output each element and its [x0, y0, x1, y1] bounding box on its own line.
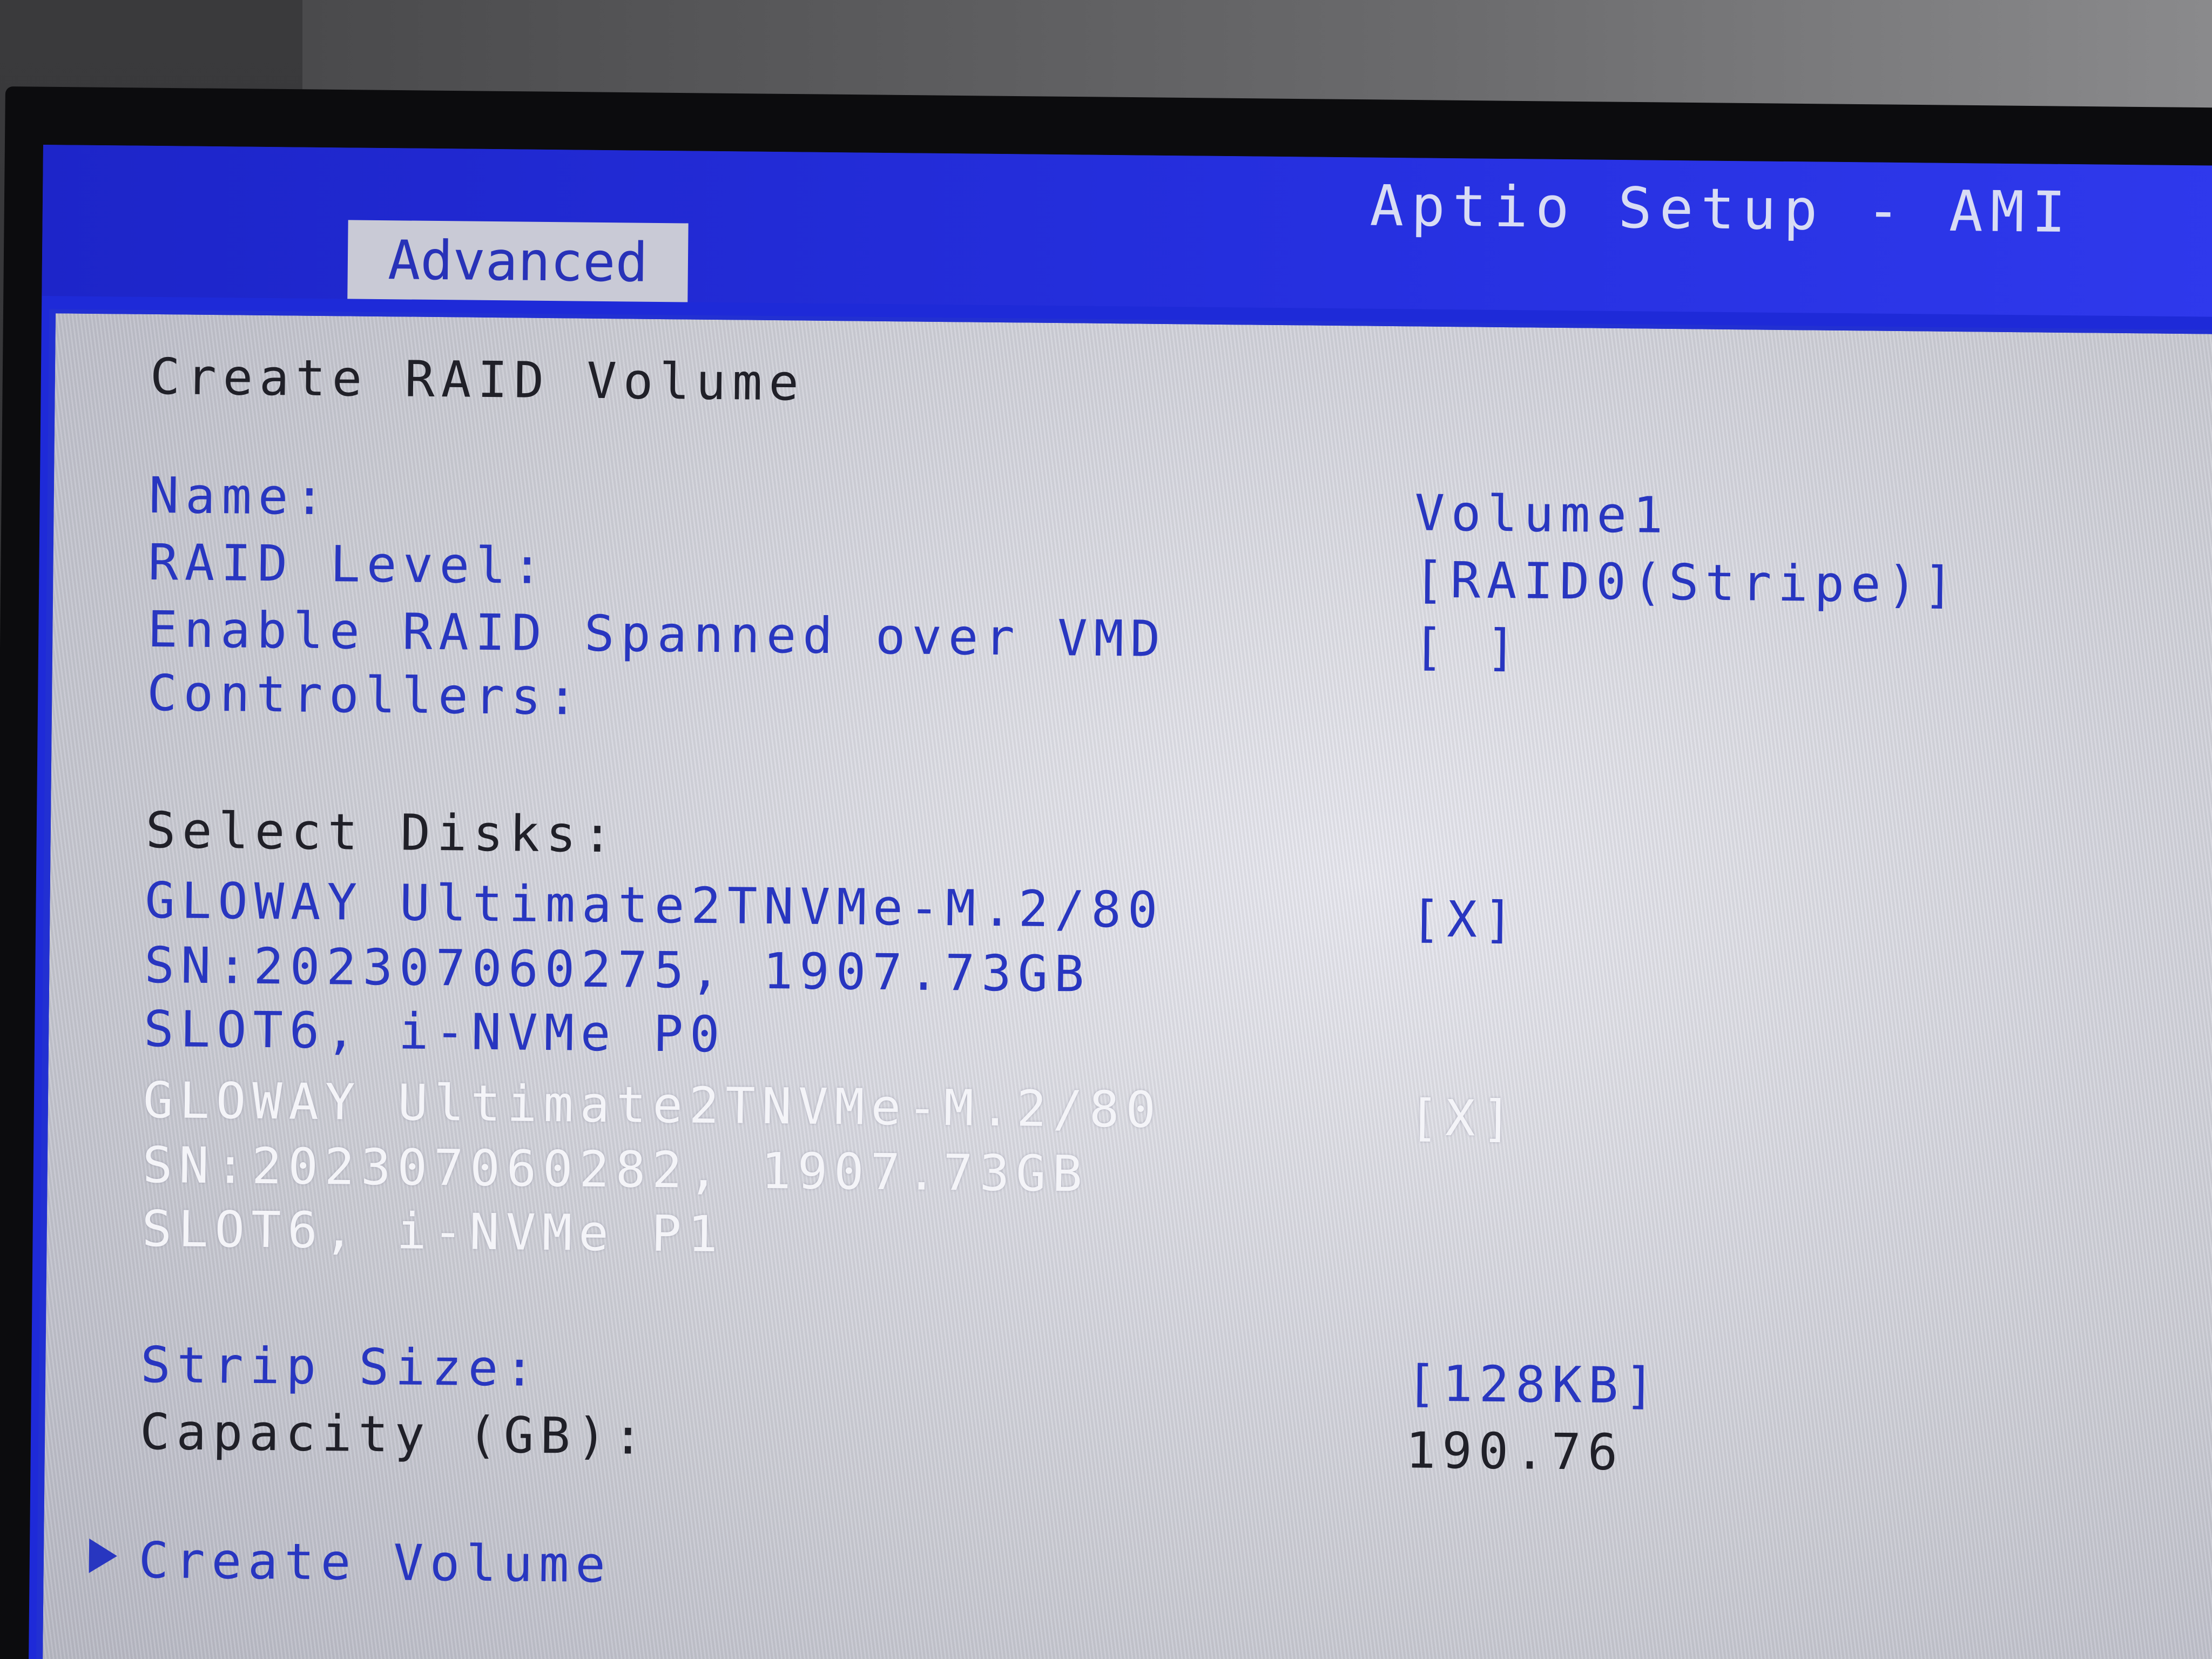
- capacity-value: 190.76: [1405, 1421, 1624, 1482]
- vmd-label-line1[interactable]: Enable RAID Spanned over VMD: [147, 601, 1167, 668]
- disk-1-serial[interactable]: SN:202307060282, 1907.73GB: [142, 1136, 1089, 1203]
- name-value[interactable]: Volume1: [1414, 484, 1670, 544]
- capacity-label: Capacity (GB):: [139, 1402, 650, 1466]
- submenu-arrow-icon: [89, 1538, 118, 1574]
- disk-0-serial[interactable]: SN:202307060275, 1907.73GB: [144, 936, 1091, 1003]
- bios-screen: Aptio Setup - AMI Advanced Create RAID V…: [28, 145, 2212, 1659]
- photo-frame: Aptio Setup - AMI Advanced Create RAID V…: [0, 0, 2212, 1659]
- create-volume-button[interactable]: Create Volume: [138, 1532, 612, 1594]
- disk-1-model[interactable]: GLOWAY Ultimate2TNVMe-M.2/80: [143, 1071, 1163, 1139]
- disk-0-slot[interactable]: SLOT6, i-NVMe P0: [144, 1000, 726, 1063]
- raid-level-label[interactable]: RAID Level:: [148, 534, 549, 595]
- header-bar: Aptio Setup - AMI Advanced: [42, 145, 2212, 317]
- vmd-label-line2[interactable]: Controllers:: [147, 664, 584, 726]
- name-label[interactable]: Name:: [149, 467, 331, 526]
- raid-level-value[interactable]: [RAID0(Stripe)]: [1414, 551, 1960, 614]
- select-disks-label: Select Disks:: [145, 801, 619, 864]
- disk-1-checkbox[interactable]: [X]: [1408, 1089, 1518, 1148]
- disk-0-checkbox[interactable]: [X]: [1411, 890, 1520, 949]
- disk-0-model[interactable]: GLOWAY Ultimate2TNVMe-M.2/80: [145, 872, 1164, 939]
- vmd-checkbox[interactable]: [ ]: [1413, 618, 1523, 677]
- strip-size-value[interactable]: [128KB]: [1406, 1354, 1662, 1415]
- settings-panel: Create RAID Volume Name: Volume1 RAID Le…: [36, 309, 2212, 1659]
- tab-advanced[interactable]: Advanced: [347, 220, 689, 302]
- page-title: Create RAID Volume: [150, 347, 806, 412]
- disk-1-slot[interactable]: SLOT6, i-NVMe P1: [141, 1200, 724, 1263]
- strip-size-label[interactable]: Strip Size:: [140, 1336, 541, 1398]
- app-title: Aptio Setup - AMI: [1370, 172, 2074, 246]
